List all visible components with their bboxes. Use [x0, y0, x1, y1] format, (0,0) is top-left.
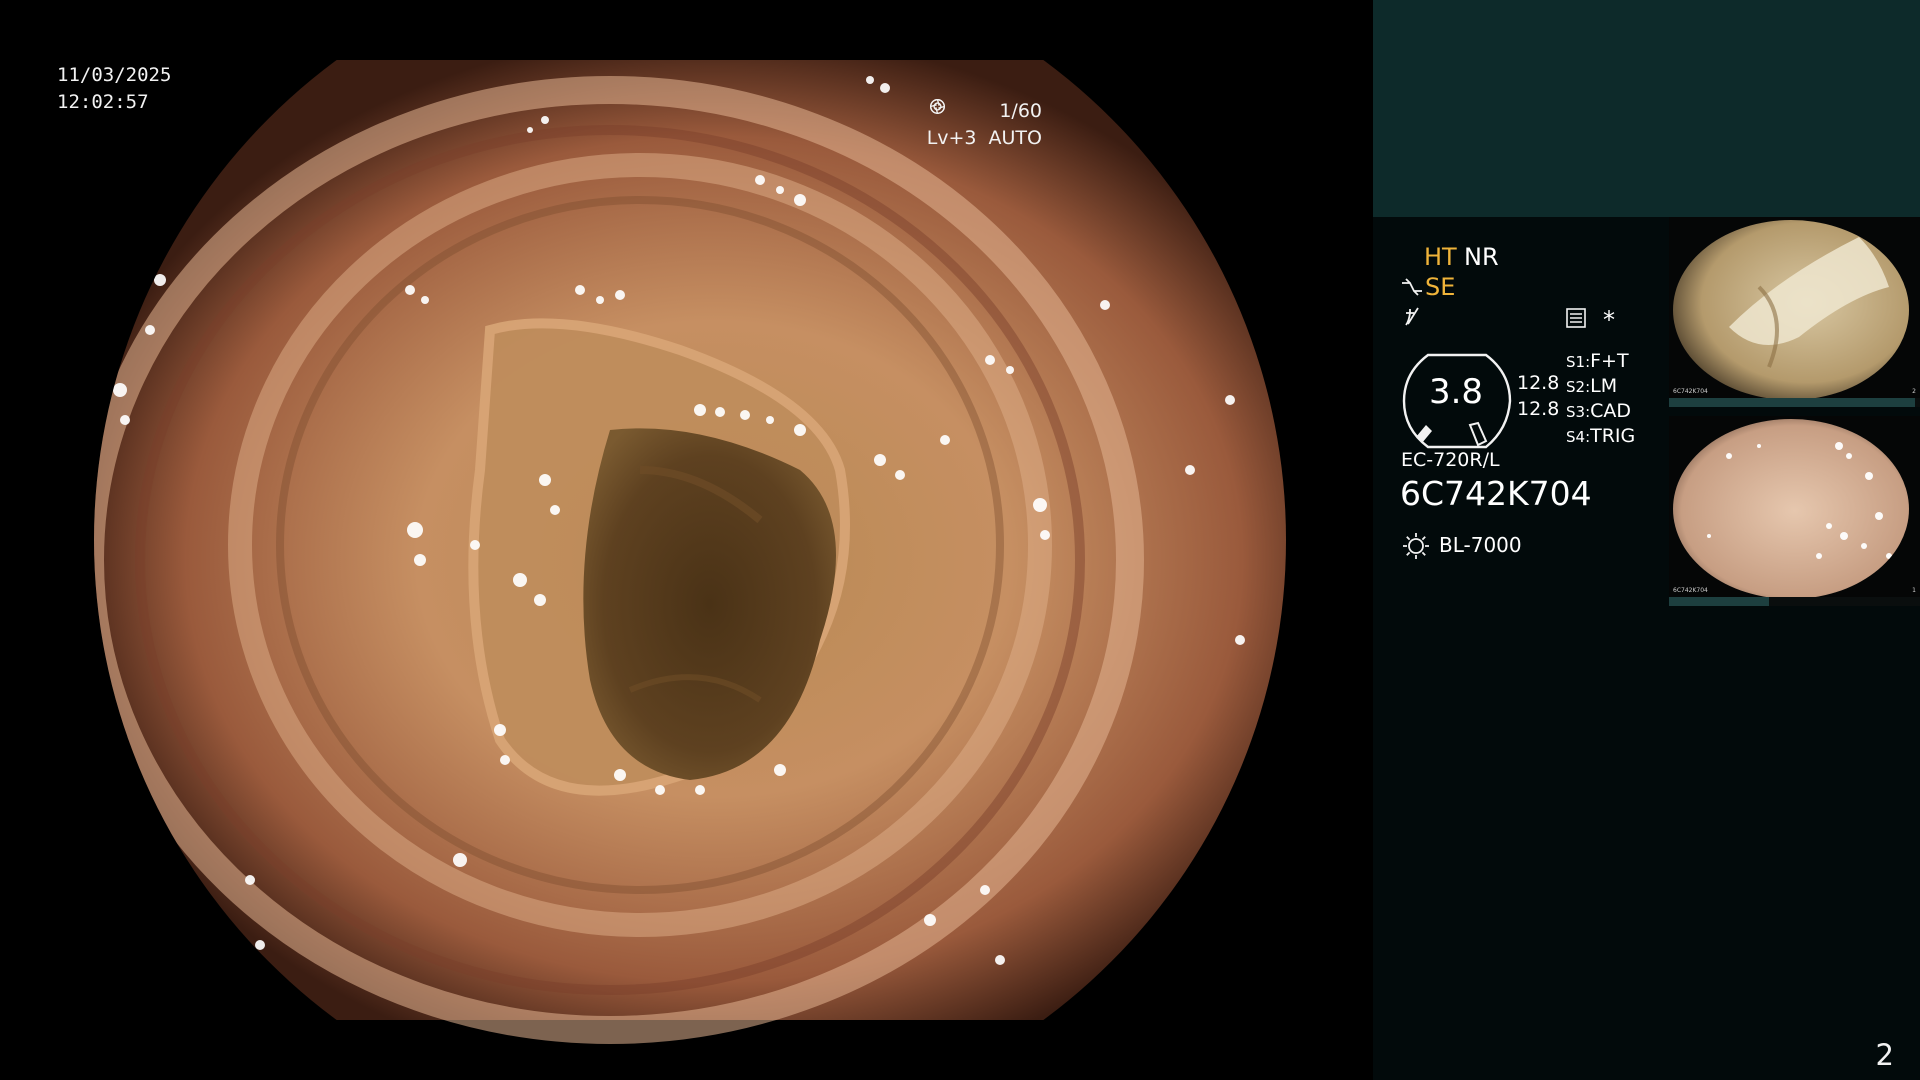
thumbnail-bar	[1669, 398, 1920, 407]
switch-key: S2:	[1566, 378, 1591, 396]
nr-indicator: NR	[1464, 243, 1499, 271]
switch-s2: S2:LM	[1566, 375, 1617, 397]
settings-status: HT NR SE * 3.8 12.8 12.8 S1:F+T S2:LM S3…	[1373, 217, 1673, 617]
thumbnail-index: 2	[1912, 388, 1916, 395]
value-a: 12.8	[1517, 372, 1560, 394]
switch-value: TRIG	[1590, 425, 1636, 447]
thumbnail-bar	[1669, 597, 1920, 606]
scope-model: EC-720R/L	[1401, 449, 1500, 471]
switch-value: F+T	[1590, 350, 1629, 372]
date-text: 11/03/2025	[57, 64, 172, 86]
se-indicator: SE	[1425, 273, 1456, 301]
capture-thumbnail[interactable]: 1 6C742K704	[1669, 416, 1920, 606]
switch-s4: S4:TRIG	[1566, 425, 1635, 447]
thumbnail-image	[1673, 419, 1909, 599]
star-indicator: *	[1603, 306, 1615, 334]
thumbnail-bar-fill	[1669, 597, 1770, 606]
function-icon	[1405, 307, 1419, 326]
zoom-value: 3.8	[1428, 372, 1484, 412]
thumbnail-serial: 6C742K704	[1673, 388, 1708, 395]
value-b: 12.8	[1517, 398, 1560, 420]
menu-list-icon	[1566, 308, 1586, 328]
shutter-text: 1/60	[999, 100, 1042, 122]
iris-text: AUTO	[988, 127, 1042, 149]
switch-key: S3:	[1566, 403, 1591, 421]
thumbnail-bar-fill	[1669, 398, 1915, 407]
page-number: 2	[1875, 1038, 1894, 1072]
switch-value: LM	[1590, 375, 1618, 397]
switch-key: S4:	[1566, 428, 1591, 446]
panel-header-area	[1373, 0, 1920, 217]
level-text: Lv+3	[926, 127, 977, 149]
level-row: Lv+3 AUTO	[926, 99, 1042, 152]
thumbnail-serial: 6C742K704	[1673, 587, 1708, 594]
endoscope-view: 11/03/2025 12:02:57 1/60 Lv+3 AUTO	[0, 0, 1372, 1080]
switch-value: CAD	[1590, 400, 1632, 422]
date-time-readout: 11/03/2025 12:02:57	[57, 62, 171, 116]
light-source-icon	[1403, 533, 1429, 559]
thumbnail-index: 1	[1912, 587, 1916, 594]
time-text: 12:02:57	[57, 91, 149, 113]
exposure-readout: 1/60 Lv+3 AUTO	[927, 98, 1042, 152]
switch-s3: S3:CAD	[1566, 400, 1631, 422]
endoscope-image	[94, 60, 1286, 1044]
thumbnail-image	[1673, 220, 1909, 400]
capture-thumbnail[interactable]: 2 6C742K704	[1669, 217, 1920, 407]
switch-s1: S1:F+T	[1566, 350, 1629, 372]
light-source-model: BL-7000	[1439, 533, 1522, 557]
iris-icon	[929, 99, 945, 114]
scope-serial: 6C742K704	[1400, 474, 1592, 513]
scope-mode-icon	[1402, 278, 1422, 296]
ht-indicator: HT	[1424, 243, 1457, 271]
switch-key: S1:	[1566, 353, 1591, 371]
